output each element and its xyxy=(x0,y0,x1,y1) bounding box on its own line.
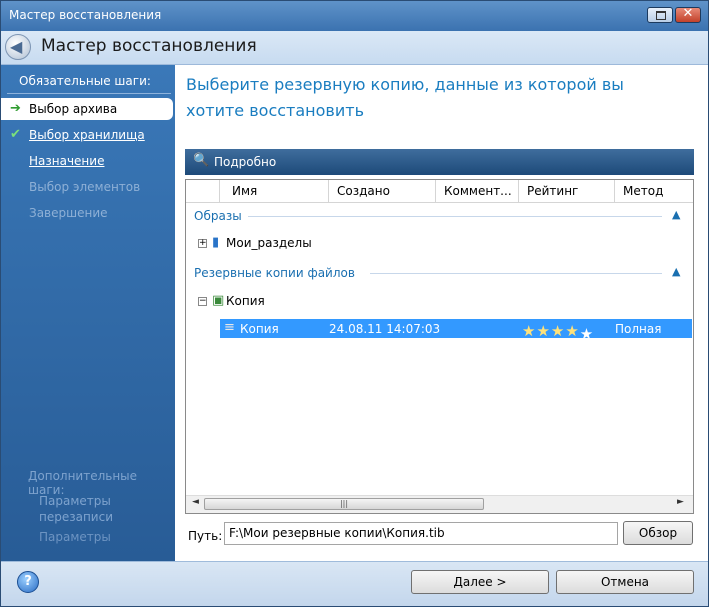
step-overwrite-options: Параметры перезаписи xyxy=(39,494,114,524)
tree-item-label: Мои_разделы xyxy=(226,236,312,250)
step-finish: Завершение xyxy=(1,202,175,224)
step-label: Выбор хранилища xyxy=(29,128,145,142)
back-arrow-icon: ◀ xyxy=(10,37,23,56)
details-panel-header[interactable]: 🔍 Подробно xyxy=(185,149,694,175)
path-label: Путь: xyxy=(188,529,223,543)
maximize-button[interactable] xyxy=(647,7,673,23)
checkmark-icon: ✔ xyxy=(10,127,21,142)
backup-version-icon: ≡ xyxy=(224,320,235,335)
wizard-header: ◀ Мастер восстановления xyxy=(1,31,708,65)
group-divider xyxy=(248,216,662,217)
main-content: Выберите резервную копию, данные из кото… xyxy=(175,65,708,561)
step-label: Выбор элементов xyxy=(29,180,141,194)
file-backup-icon: ▣ xyxy=(212,293,225,308)
expand-plus-icon[interactable]: + xyxy=(198,239,207,248)
details-panel-title: Подробно xyxy=(214,155,277,169)
step-destination[interactable]: Назначение xyxy=(1,150,175,172)
page-title: Выберите резервную копию, данные из кото… xyxy=(186,75,624,120)
group-images-label: Образы xyxy=(194,209,242,223)
version-name: Копия xyxy=(240,322,279,336)
maximize-icon xyxy=(656,11,666,20)
arrow-right-icon: ➔ xyxy=(10,101,21,116)
tree-item-backup[interactable]: − ▣ Копия xyxy=(198,293,348,311)
step-label: Выбор архива xyxy=(29,102,118,116)
step-select-items: Выбор элементов xyxy=(1,176,175,198)
group-divider xyxy=(370,273,662,274)
backup-list[interactable]: Имя Создано Коммент... Рейтинг Метод Обр… xyxy=(185,179,694,514)
wizard-footer: ? Далее > Отмена xyxy=(1,561,708,606)
column-header-method[interactable]: Метод xyxy=(615,180,693,202)
step-select-storage[interactable]: ✔ Выбор хранилища xyxy=(1,124,175,146)
collapse-minus-icon[interactable]: − xyxy=(198,297,207,306)
version-method: Полная резе xyxy=(615,322,662,350)
details-view-icon: 🔍 xyxy=(193,153,210,168)
window-title: Мастер восстановления xyxy=(9,8,162,22)
column-header-comment[interactable]: Коммент... xyxy=(436,180,519,202)
column-header-row: Имя Создано Коммент... Рейтинг Метод xyxy=(186,180,693,203)
tree-item-label: Копия xyxy=(226,294,265,308)
column-header-created[interactable]: Создано xyxy=(329,180,436,202)
sidebar-divider xyxy=(7,93,171,94)
step-select-archive[interactable]: ➔ Выбор архива xyxy=(1,98,173,120)
step-label: Назначение xyxy=(29,154,105,168)
required-steps-heading: Обязательные шаги: xyxy=(19,74,151,88)
rating-stars: ★★★★ ★ xyxy=(522,322,595,343)
restore-wizard-window: Мастер восстановления ✕ ◀ Мастер восстан… xyxy=(0,0,709,607)
scroll-left-icon[interactable]: ◄ xyxy=(192,497,199,507)
browse-button[interactable]: Обзор xyxy=(623,521,693,545)
collapse-chevron-icon[interactable]: ▲ xyxy=(672,208,680,221)
backup-version-row[interactable]: ≡ Копия 24.08.11 14:07:03 ★★★★ ★ Полная р… xyxy=(220,319,692,350)
disk-image-icon: ▮ xyxy=(212,235,220,250)
wizard-steps-sidebar: Обязательные шаги: ➔ Выбор архива ✔ Выбо… xyxy=(1,65,175,561)
path-field[interactable]: F:\Мои резервные копии\Копия.tib xyxy=(224,522,618,545)
column-header-rating[interactable]: Рейтинг xyxy=(519,180,615,202)
back-button[interactable]: ◀ xyxy=(5,34,31,60)
version-created: 24.08.11 14:07:03 xyxy=(329,322,441,336)
scroll-right-icon[interactable]: ► xyxy=(677,497,684,507)
title-bar: Мастер восстановления ✕ xyxy=(1,1,708,31)
close-button[interactable]: ✕ xyxy=(675,6,701,23)
step-options: Параметры xyxy=(39,530,111,544)
scroll-thumb[interactable]: ||| xyxy=(204,498,484,510)
header-title: Мастер восстановления xyxy=(41,36,257,56)
close-icon: ✕ xyxy=(682,6,694,21)
column-header-blank xyxy=(186,180,220,202)
cancel-button[interactable]: Отмена xyxy=(556,570,694,594)
horizontal-scrollbar[interactable]: ◄ ||| ► xyxy=(186,495,693,513)
group-file-backups-label: Резервные копии файлов xyxy=(194,266,355,280)
column-header-name[interactable]: Имя xyxy=(220,180,329,202)
step-label: Завершение xyxy=(29,206,108,220)
tree-item-my-partitions[interactable]: + ▮ Мои_разделы xyxy=(198,235,348,253)
collapse-chevron-icon[interactable]: ▲ xyxy=(672,265,680,278)
next-button[interactable]: Далее > xyxy=(411,570,549,594)
help-icon[interactable]: ? xyxy=(17,571,39,593)
